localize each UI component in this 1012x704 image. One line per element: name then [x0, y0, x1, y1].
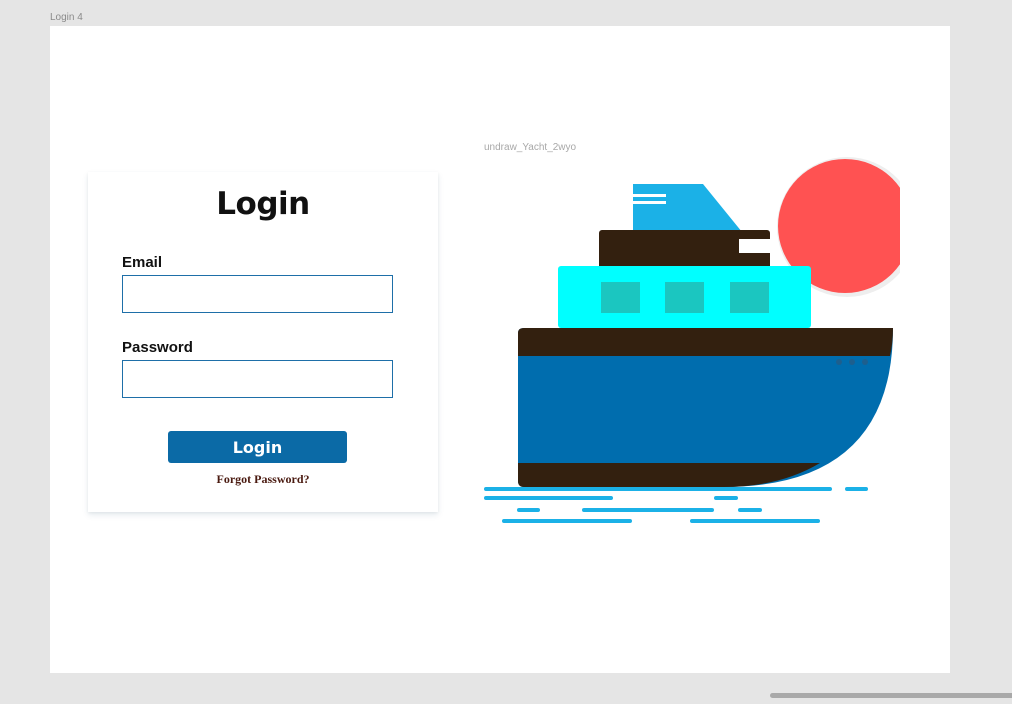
email-label: Email: [122, 254, 163, 271]
cabin-window: [665, 282, 704, 313]
chimney-stripe: [633, 201, 666, 204]
water-lines: [484, 487, 868, 523]
chimney-stripe: [633, 194, 666, 197]
horizontal-scrollbar[interactable]: [770, 693, 1012, 698]
email-input[interactable]: [122, 275, 393, 313]
porthole: [862, 359, 868, 365]
porthole: [836, 359, 842, 365]
artboard-label: Login 4: [50, 12, 83, 23]
login-title: Login: [216, 186, 310, 222]
artboard: Login Email Password Login Forgot Passwo…: [50, 26, 950, 673]
cabin-window: [601, 282, 640, 313]
illustration-label: undraw_Yacht_2wyo: [484, 142, 577, 153]
login-button[interactable]: Login: [168, 431, 347, 463]
forgot-password-link[interactable]: Forgot Password?: [88, 472, 438, 487]
password-input[interactable]: [122, 360, 393, 398]
porthole: [849, 359, 855, 365]
yacht-illustration: [484, 157, 900, 523]
hull-bottom-band: [518, 463, 820, 487]
login-card: Login Email Password Login Forgot Passwo…: [88, 172, 438, 512]
hull-top-band: [518, 328, 893, 356]
deck-sign: [739, 239, 770, 253]
cabin-window: [730, 282, 769, 313]
chimney-shape: [633, 184, 742, 232]
password-label: Password: [122, 339, 193, 356]
